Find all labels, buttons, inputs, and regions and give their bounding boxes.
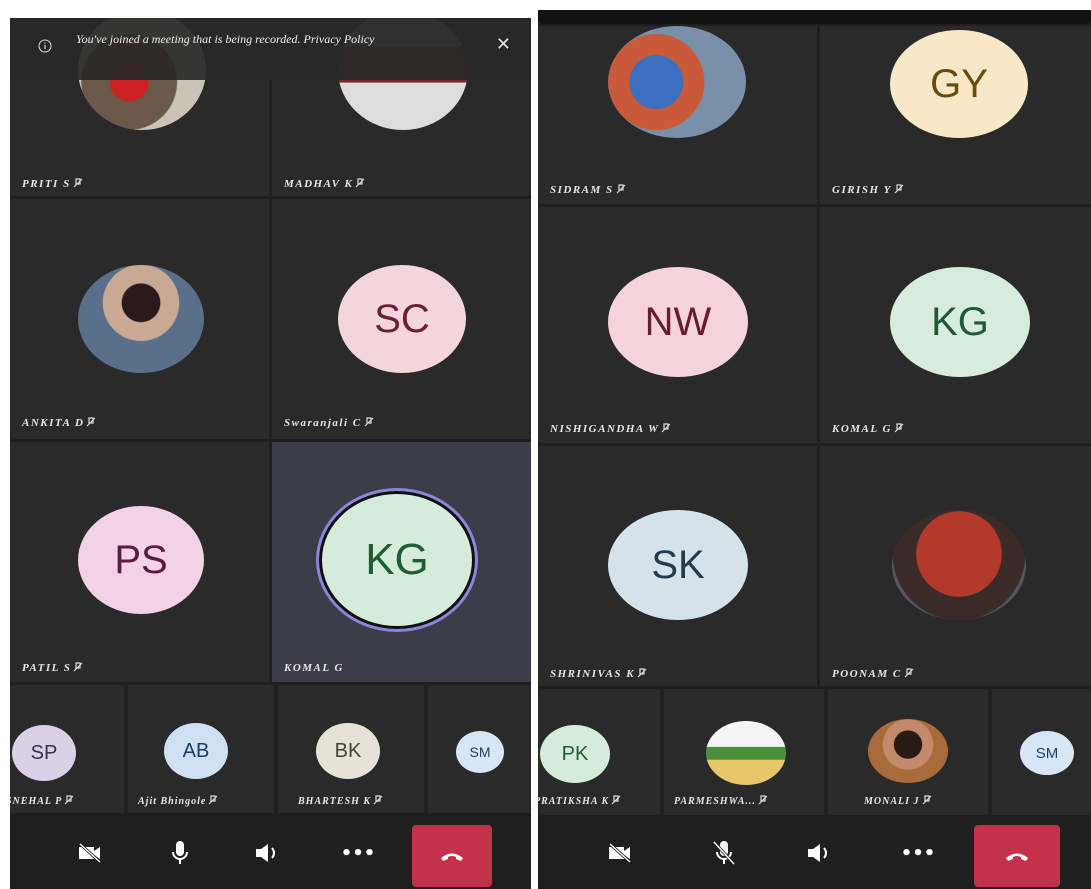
speaker-button[interactable] <box>800 833 840 873</box>
avatar-initials: PS <box>78 506 204 614</box>
participant-thumb[interactable]: MONALI J <box>828 689 988 815</box>
participant-tile[interactable]: ANKITA D <box>10 199 269 439</box>
avatar-initials: BK <box>316 723 380 779</box>
participant-tile[interactable]: SIDRAM S <box>538 26 817 204</box>
avatar-initials: PK <box>540 725 610 783</box>
participant-name: KOMAL G <box>284 662 344 674</box>
participant-name: ANKITA D <box>22 417 96 429</box>
top-bar <box>538 10 1091 24</box>
participant-thumb[interactable]: SM <box>992 689 1091 815</box>
avatar-photo <box>608 26 746 138</box>
close-icon[interactable]: ✕ <box>496 34 511 55</box>
avatar-initials: GY <box>890 30 1028 138</box>
avatar-photo <box>706 721 786 785</box>
participant-name: PRATIKSHA K <box>538 795 621 807</box>
avatar-initials: KG <box>890 267 1030 377</box>
recording-notice-text[interactable]: You've joined a meeting that is being re… <box>76 32 476 47</box>
participant-thumb[interactable]: BK BHARTESH K <box>278 685 424 813</box>
participant-name: SNEHAL P <box>10 795 74 807</box>
participant-tile[interactable]: KG KOMAL G <box>820 207 1091 443</box>
camera-off-button[interactable] <box>600 833 640 873</box>
participant-name: SHRINIVAS K <box>550 668 647 680</box>
participant-tile[interactable]: SK SHRINIVAS K <box>538 446 817 686</box>
participant-tile[interactable]: NW NISHIGANDHA W <box>538 207 817 443</box>
avatar-photo <box>892 510 1026 620</box>
right-meeting-screen: SIDRAM S GY GIRISH Y NW NISHIGANDHA W KG… <box>538 10 1091 889</box>
hang-up-icon <box>441 853 463 861</box>
participant-thumb[interactable]: SM <box>428 685 531 813</box>
participant-tile[interactable]: SC Swaranjali C <box>272 199 531 439</box>
participant-tile[interactable]: GY GIRISH Y <box>820 26 1091 204</box>
participant-name: MONALI J <box>864 795 932 807</box>
microphone-muted-icon <box>712 840 736 866</box>
participant-name: GIRISH Y <box>832 184 904 196</box>
participant-name: PARMESHWA... <box>674 795 768 807</box>
participant-strip: SP SNEHAL P AB Ajit Bhingole BK BHARTESH… <box>10 685 531 813</box>
camera-off-button[interactable] <box>70 833 110 873</box>
participant-thumb[interactable]: AB Ajit Bhingole <box>128 685 274 813</box>
participant-thumb[interactable]: SP SNEHAL P <box>10 685 124 813</box>
call-controls: ••• <box>538 815 1091 889</box>
participant-name: Swaranjali C <box>284 417 374 429</box>
speaker-icon <box>256 844 275 862</box>
participant-thumb[interactable]: PK PRATIKSHA K <box>538 689 660 815</box>
participant-name: MADHAV K <box>284 178 365 190</box>
camera-off-icon <box>78 842 102 864</box>
avatar-initials: AB <box>164 723 228 779</box>
avatar-initials: SC <box>338 265 466 373</box>
speaker-button[interactable] <box>248 833 288 873</box>
participant-name: NISHIGANDHA W <box>550 423 671 435</box>
avatar-photo <box>78 265 204 373</box>
participant-thumb[interactable]: PARMESHWA... <box>664 689 824 815</box>
avatar-photo <box>868 719 948 783</box>
participant-tile-active-speaker[interactable]: KG KOMAL G <box>272 442 531 682</box>
participant-strip: PK PRATIKSHA K PARMESHWA... MONALI J SM <box>538 689 1091 815</box>
participant-name: POONAM C <box>832 668 914 680</box>
mute-button[interactable] <box>704 833 744 873</box>
avatar-initials: SM <box>456 731 504 773</box>
camera-off-icon <box>608 842 632 864</box>
avatar-initials: SM <box>1020 731 1074 775</box>
speaker-icon <box>808 844 827 862</box>
recording-notice-banner: You've joined a meeting that is being re… <box>10 18 531 80</box>
microphone-button[interactable] <box>160 833 200 873</box>
left-meeting-screen: PRITI S MADHAV K ANKITA D SC Swaranjali … <box>10 18 531 889</box>
participant-tile[interactable]: POONAM C <box>820 446 1091 686</box>
participant-name: SIDRAM S <box>550 184 626 196</box>
call-controls: ••• <box>10 815 531 889</box>
info-icon <box>38 39 52 57</box>
avatar-initials: KG <box>322 494 472 626</box>
more-options-button[interactable]: ••• <box>338 833 378 873</box>
avatar-initials: SP <box>12 725 76 781</box>
hang-up-button[interactable] <box>974 825 1060 887</box>
participant-name: PRITI S <box>22 178 83 190</box>
participant-name: BHARTESH K <box>298 795 383 807</box>
participant-name: KOMAL G <box>832 423 904 435</box>
avatar-initials: SK <box>608 510 748 620</box>
participant-name: Ajit Bhingole <box>138 795 218 807</box>
hang-up-icon <box>1006 853 1028 861</box>
hang-up-button[interactable] <box>412 825 492 887</box>
participant-tile[interactable]: PS PATIL S <box>10 442 269 682</box>
microphone-icon <box>172 841 188 864</box>
participant-name: PATIL S <box>22 662 83 674</box>
more-options-button[interactable]: ••• <box>898 833 938 873</box>
avatar-initials: NW <box>608 267 748 377</box>
